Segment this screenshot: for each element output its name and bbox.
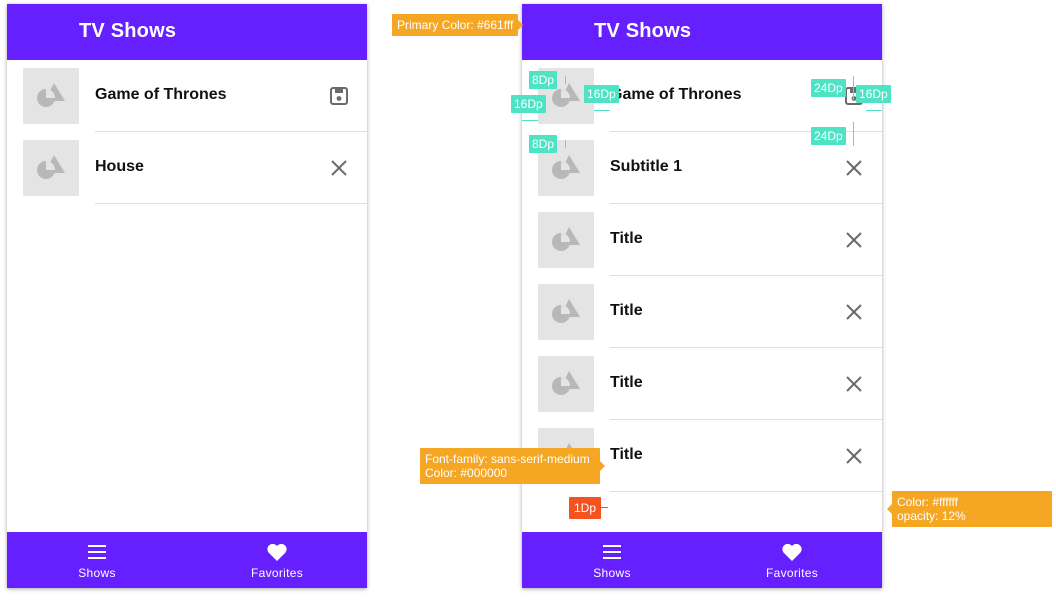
divider-height-line [600,507,608,508]
list-item-title: Title [610,374,643,391]
nav-item-favorites[interactable]: Favorites [187,532,367,588]
close-icon[interactable] [844,230,864,250]
list-item-title: Title [610,230,643,247]
heart-icon [266,542,288,562]
nav-label: Favorites [765,566,819,580]
list-item-title: House [95,158,144,175]
thumbnail-placeholder-icon [23,68,79,124]
list-item[interactable]: Game of Thrones [7,60,367,132]
spacing-line [866,110,882,111]
show-list: Game of Thrones House [7,60,367,204]
spacing-line [565,140,566,148]
thumbnail-placeholder-icon [538,356,594,412]
heart-icon [781,542,803,562]
spacing-line [853,122,854,146]
thumbnail-placeholder-icon [538,212,594,268]
nav-item-shows[interactable]: Shows [522,532,702,588]
divider-color-text: Color: #ffffff [897,495,958,509]
spacing-tag-thumb-bottom: 8Dp [529,135,558,153]
bottom-navigation: Shows Favorites [522,532,882,588]
close-icon[interactable] [844,158,864,178]
app-bar: TV Shows [7,4,367,60]
spacing-tag-icon-right: 16Dp [856,85,891,103]
nav-item-favorites[interactable]: Favorites [702,532,882,588]
list-item[interactable]: Title [522,204,882,276]
list-item[interactable]: Title [522,348,882,420]
menu-icon [86,542,108,562]
divider-height-callout: 1Dp [569,497,602,519]
primary-color-callout: Primary Color: #661fff [392,14,524,36]
divider [95,203,367,204]
spacing-tag-thumb-text-gap: 16Dp [584,85,619,103]
nav-label: Shows [78,566,116,580]
spacing-tag-icon-top: 24Dp [811,79,846,97]
spacing-tag-thumb-top: 8Dp [529,71,558,89]
divider-color-callout: Color: #ffffff opacity: 12% [887,491,1052,527]
list-item-title: Subtitle 1 [610,158,683,175]
bottom-navigation: Shows Favorites [7,532,367,588]
nav-label: Shows [593,566,631,580]
nav-label: Favorites [250,566,304,580]
spacing-line [522,120,538,121]
list-item-title: Game of Thrones [610,86,742,103]
left-phone-screen: TV Shows Game of Thrones House Shows Fav… [7,4,367,588]
close-icon[interactable] [844,446,864,466]
divider [610,491,882,492]
divider-opacity-text: opacity: 12% [897,509,966,523]
app-bar-title: TV Shows [594,20,692,42]
nav-item-shows[interactable]: Shows [7,532,187,588]
list-item[interactable]: Title [522,276,882,348]
font-spec-callout: Font-family: sans-serif-medium Color: #0… [420,448,605,484]
list-item-title: Title [610,446,643,463]
font-color-text: Color: #000000 [425,466,508,480]
font-family-text: Font-family: sans-serif-medium [425,452,590,466]
list-item-title: Title [610,302,643,319]
app-bar-title: TV Shows [79,20,177,42]
close-icon[interactable] [844,302,864,322]
close-icon[interactable] [844,374,864,394]
menu-icon [601,542,623,562]
thumbnail-placeholder-icon [23,140,79,196]
spacing-tag-icon-bottom: 24Dp [811,127,846,145]
show-list: Game of Thrones Subtitle 1 Title Title T… [522,60,882,492]
spacing-line [594,110,610,111]
spacing-tag-thumb-left: 16Dp [511,95,546,113]
save-icon[interactable] [329,86,349,106]
list-item-title: Game of Thrones [95,86,227,103]
close-icon[interactable] [329,158,349,178]
spacing-line [853,76,854,100]
spacing-line [565,76,566,84]
thumbnail-placeholder-icon [538,284,594,340]
app-bar: TV Shows [522,4,882,60]
list-item[interactable]: House [7,132,367,204]
